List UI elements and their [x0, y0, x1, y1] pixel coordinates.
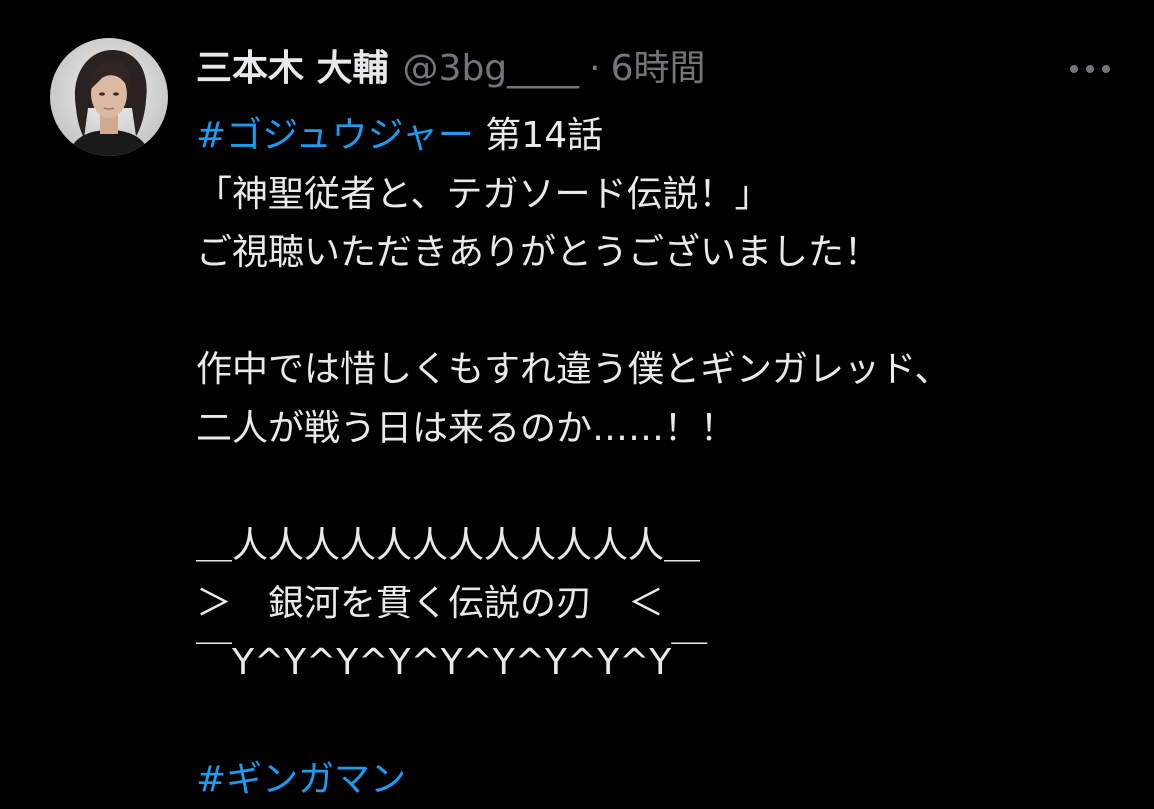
tweet-line: 「神聖従者と、テガソード伝説！」	[196, 166, 1136, 225]
tweet-line: ＞ 銀河を貫く伝説の刃 ＜	[196, 575, 1136, 634]
avatar-image	[50, 38, 168, 156]
tweet-header: 三本木 大輔 @3bg____ · 6時間	[196, 44, 706, 94]
tweet-line: ご視聴いただきありがとうございました！	[196, 224, 1136, 283]
avatar[interactable]	[50, 38, 168, 156]
tweet-line: ￣Y^Y^Y^Y^Y^Y^Y^Y^Y￣	[196, 634, 1136, 693]
hashtag-link[interactable]: #ゴジュウジャー	[196, 115, 474, 156]
blank-line	[196, 458, 1136, 517]
episode-text: 第14話	[474, 115, 603, 156]
more-options-button[interactable]	[1064, 52, 1116, 86]
author-display-name[interactable]: 三本木 大輔	[196, 44, 389, 94]
tweet-line: #ギンガマン	[196, 751, 1136, 809]
tweet: 三本木 大輔 @3bg____ · 6時間 #ゴジュウジャー 第14話 「神聖従…	[0, 0, 1154, 784]
blank-line	[196, 692, 1136, 751]
tweet-text: #ゴジュウジャー 第14話 「神聖従者と、テガソード伝説！」 ご視聴いただきあり…	[196, 107, 1136, 809]
more-horizontal-icon	[1064, 52, 1116, 86]
tweet-line: #ゴジュウジャー 第14話	[196, 107, 1136, 166]
header-separator: ·	[589, 44, 600, 94]
hashtag-link[interactable]: #ギンガマン	[196, 759, 406, 800]
author-handle[interactable]: @3bg____	[403, 44, 580, 94]
tweet-line: 二人が戦う日は来るのか……！！	[196, 400, 1136, 459]
blank-line	[196, 283, 1136, 342]
tweet-line: ＿人人人人人人人人人人人人＿	[196, 517, 1136, 576]
tweet-timestamp[interactable]: 6時間	[611, 44, 706, 94]
tweet-line: 作中では惜しくもすれ違う僕とギンガレッド、	[196, 341, 1136, 400]
